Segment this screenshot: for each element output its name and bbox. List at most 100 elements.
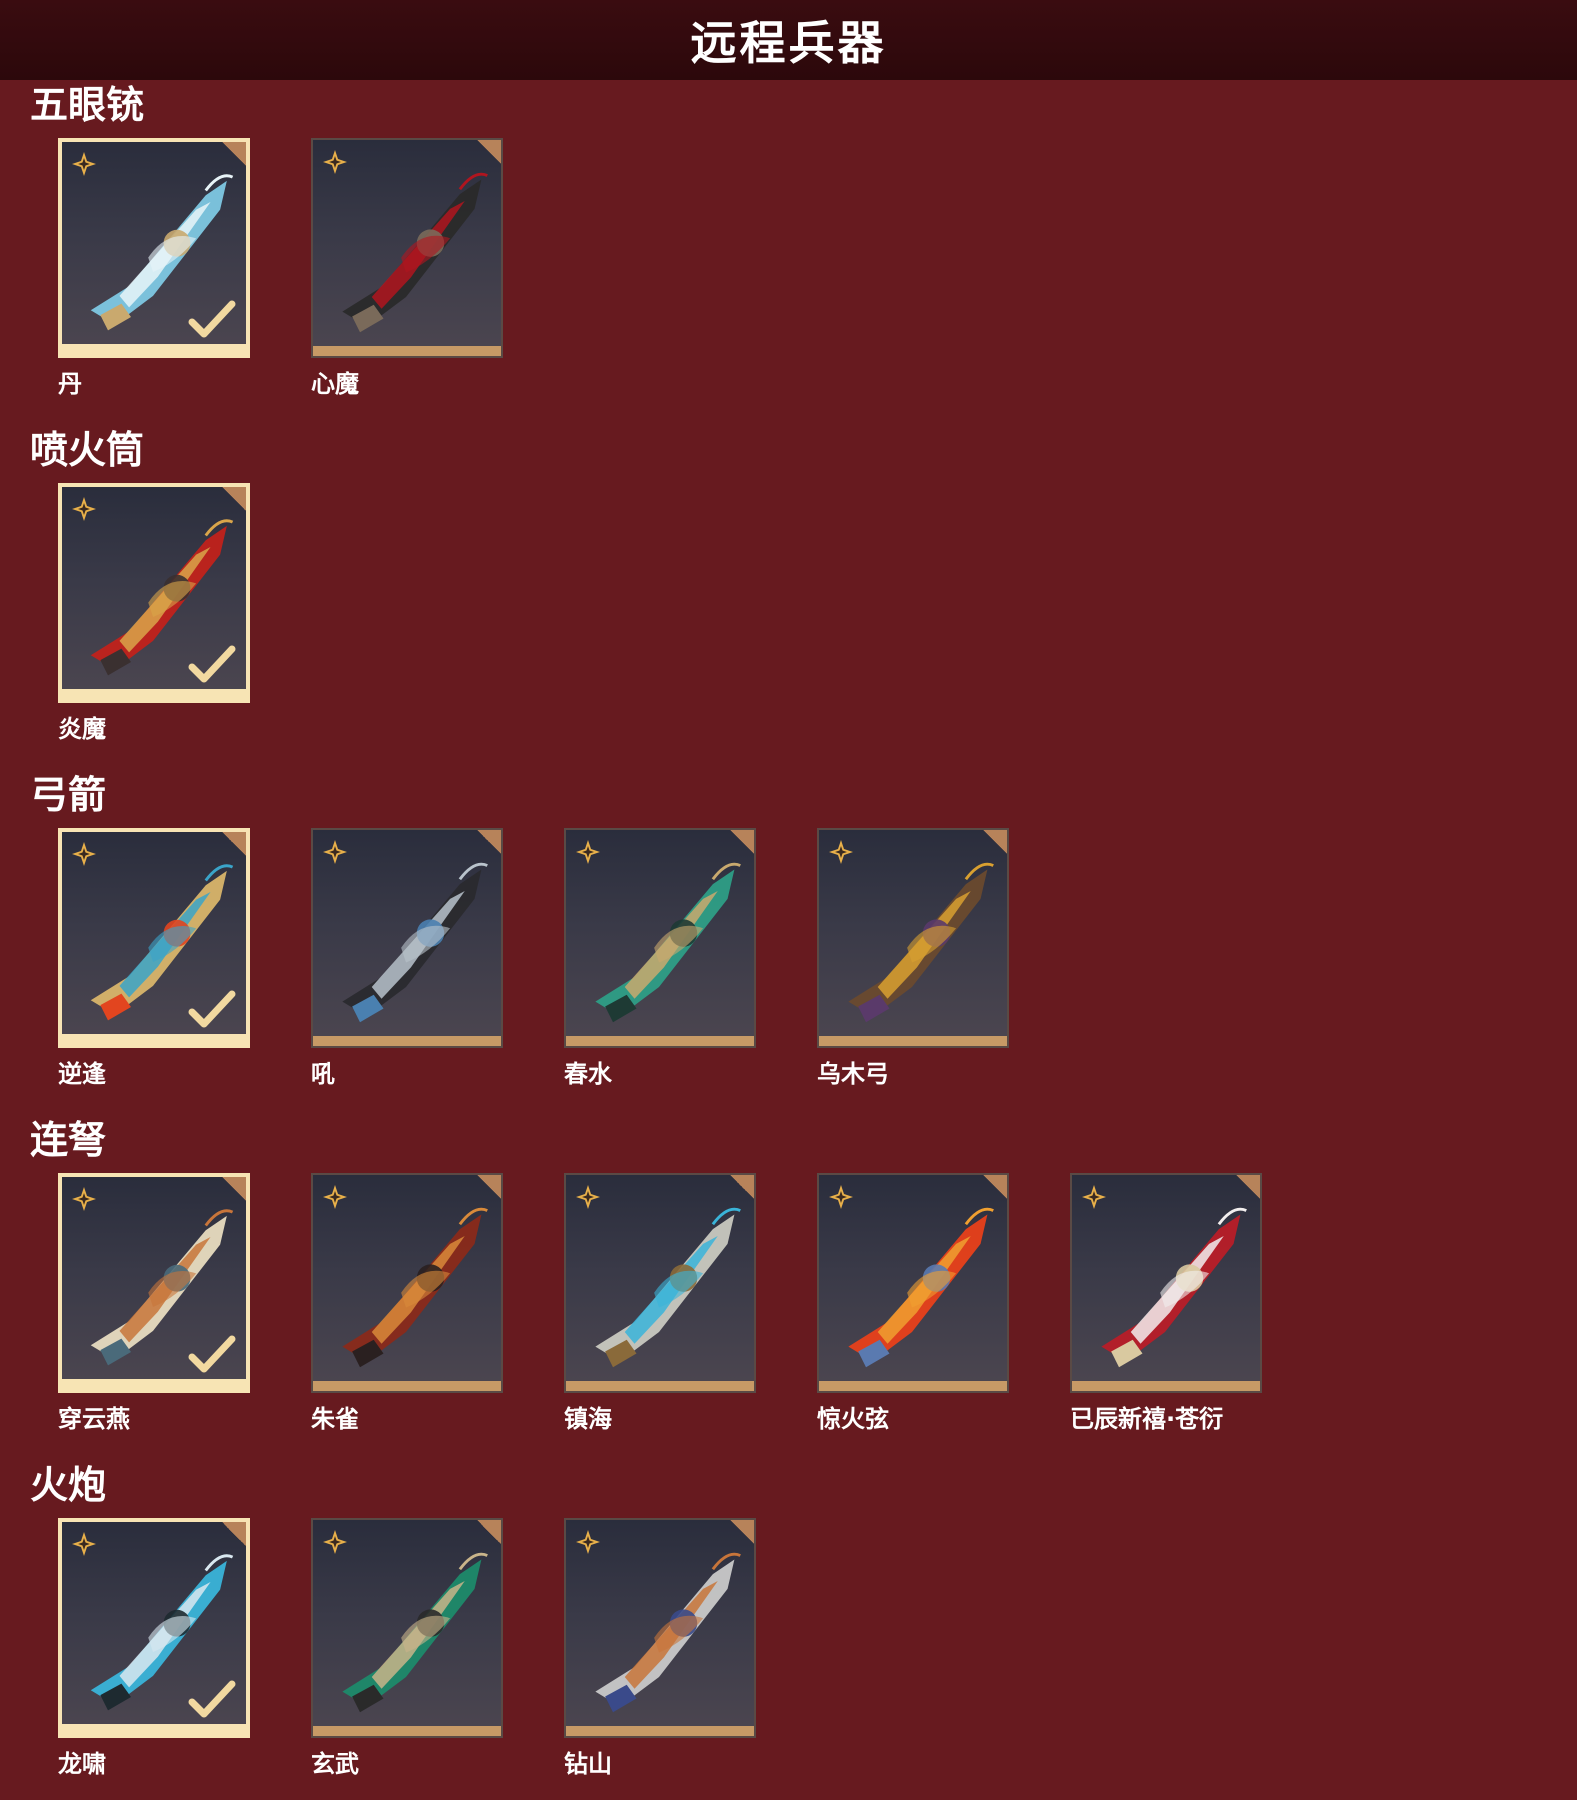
rarity-star-icon xyxy=(574,1183,602,1211)
card-bottom-bar xyxy=(62,344,246,354)
corner-tab-icon xyxy=(730,1175,754,1199)
page-title: 远程兵器 xyxy=(690,16,887,70)
weapon-item[interactable]: 炎魔 xyxy=(58,483,254,743)
corner-tab-icon xyxy=(477,1175,501,1199)
category-title: 弓箭 xyxy=(30,773,107,817)
rarity-star-icon xyxy=(70,1185,98,1213)
weapon-item[interactable]: 逆逢 xyxy=(58,828,254,1088)
card-bottom-bar xyxy=(566,1036,754,1046)
card-bottom-bar xyxy=(819,1036,1007,1046)
weapon-name: 朱雀 xyxy=(311,1405,359,1433)
weapon-card[interactable] xyxy=(564,828,756,1048)
weapon-name: 乌木弓 xyxy=(817,1060,889,1088)
corner-tab-icon xyxy=(983,1175,1007,1199)
weapon-name: 吼 xyxy=(311,1060,335,1088)
rarity-star-icon xyxy=(827,838,855,866)
weapon-item[interactable]: 钻山 xyxy=(564,1518,760,1778)
corner-tab-icon xyxy=(730,1520,754,1544)
weapon-card[interactable] xyxy=(58,1518,250,1738)
weapon-name: 穿云燕 xyxy=(58,1405,130,1433)
weapon-card[interactable] xyxy=(311,828,503,1048)
rarity-star-icon xyxy=(321,838,349,866)
weapon-item[interactable]: 玄武 xyxy=(311,1518,507,1778)
corner-tab-icon xyxy=(477,830,501,854)
checkmark-icon xyxy=(188,990,236,1030)
weapon-card[interactable] xyxy=(817,1173,1009,1393)
weapon-card[interactable] xyxy=(564,1518,756,1738)
corner-tab-icon xyxy=(477,1520,501,1544)
card-bottom-bar xyxy=(313,1726,501,1736)
weapon-name: 逆逢 xyxy=(58,1060,106,1088)
weapon-name: 丹 xyxy=(58,370,82,398)
weapon-item[interactable]: 惊火弦 xyxy=(817,1173,1013,1433)
weapon-card[interactable] xyxy=(564,1173,756,1393)
corner-tab-icon xyxy=(477,140,501,164)
card-bottom-bar xyxy=(313,1036,501,1046)
card-bottom-bar xyxy=(313,1381,501,1391)
weapon-card[interactable] xyxy=(58,1173,250,1393)
corner-tab-icon xyxy=(222,142,246,166)
weapon-item[interactable]: 朱雀 xyxy=(311,1173,507,1433)
weapon-card[interactable] xyxy=(311,1518,503,1738)
checkmark-icon xyxy=(188,645,236,685)
category-title: 喷火筒 xyxy=(30,428,145,472)
card-bottom-bar xyxy=(566,1381,754,1391)
rarity-star-icon xyxy=(70,840,98,868)
corner-tab-icon xyxy=(222,1177,246,1201)
weapon-item[interactable]: 已辰新禧·苍衍 xyxy=(1070,1173,1266,1433)
rarity-star-icon xyxy=(321,148,349,176)
card-bottom-bar xyxy=(313,346,501,356)
corner-tab-icon xyxy=(222,1522,246,1546)
checkmark-icon xyxy=(188,300,236,340)
card-bottom-bar xyxy=(566,1726,754,1736)
weapon-item[interactable]: 春水 xyxy=(564,828,760,1088)
weapon-card[interactable] xyxy=(58,828,250,1048)
weapon-name: 玄武 xyxy=(311,1750,359,1778)
weapon-card[interactable] xyxy=(311,138,503,358)
card-bottom-bar xyxy=(819,1381,1007,1391)
weapon-item[interactable]: 吼 xyxy=(311,828,507,1088)
weapon-card[interactable] xyxy=(311,1173,503,1393)
rarity-star-icon xyxy=(70,1530,98,1558)
weapon-name: 钻山 xyxy=(564,1750,612,1778)
weapon-card[interactable] xyxy=(1070,1173,1262,1393)
corner-tab-icon xyxy=(222,487,246,511)
weapon-name: 春水 xyxy=(564,1060,612,1088)
corner-tab-icon xyxy=(222,832,246,856)
weapon-name: 惊火弦 xyxy=(817,1405,889,1433)
category-title: 五眼铳 xyxy=(30,83,145,127)
category-title: 火炮 xyxy=(30,1463,107,1507)
card-bottom-bar xyxy=(62,1379,246,1389)
rarity-star-icon xyxy=(70,495,98,523)
corner-tab-icon xyxy=(1236,1175,1260,1199)
weapon-name: 炎魔 xyxy=(58,715,106,743)
weapon-item[interactable]: 乌木弓 xyxy=(817,828,1013,1088)
rarity-star-icon xyxy=(827,1183,855,1211)
weapon-item[interactable]: 穿云燕 xyxy=(58,1173,254,1433)
rarity-star-icon xyxy=(321,1528,349,1556)
corner-tab-icon xyxy=(983,830,1007,854)
weapon-item[interactable]: 心魔 xyxy=(311,138,507,398)
weapon-name: 龙啸 xyxy=(58,1750,106,1778)
rarity-star-icon xyxy=(574,838,602,866)
card-bottom-bar xyxy=(62,1034,246,1044)
rarity-star-icon xyxy=(70,150,98,178)
weapon-item[interactable]: 龙啸 xyxy=(58,1518,254,1778)
rarity-star-icon xyxy=(321,1183,349,1211)
weapon-name: 镇海 xyxy=(564,1405,612,1433)
card-bottom-bar xyxy=(62,1724,246,1734)
weapon-card[interactable] xyxy=(817,828,1009,1048)
weapon-card[interactable] xyxy=(58,483,250,703)
card-bottom-bar xyxy=(62,689,246,699)
rarity-star-icon xyxy=(574,1528,602,1556)
page-header: 远程兵器 xyxy=(0,0,1577,80)
rarity-star-icon xyxy=(1080,1183,1108,1211)
weapon-name: 心魔 xyxy=(311,370,359,398)
weapon-item[interactable]: 镇海 xyxy=(564,1173,760,1433)
checkmark-icon xyxy=(188,1335,236,1375)
weapon-item[interactable]: 丹 xyxy=(58,138,254,398)
checkmark-icon xyxy=(188,1680,236,1720)
weapon-name: 已辰新禧·苍衍 xyxy=(1070,1405,1224,1433)
weapon-card[interactable] xyxy=(58,138,250,358)
category-title: 连弩 xyxy=(30,1118,107,1162)
